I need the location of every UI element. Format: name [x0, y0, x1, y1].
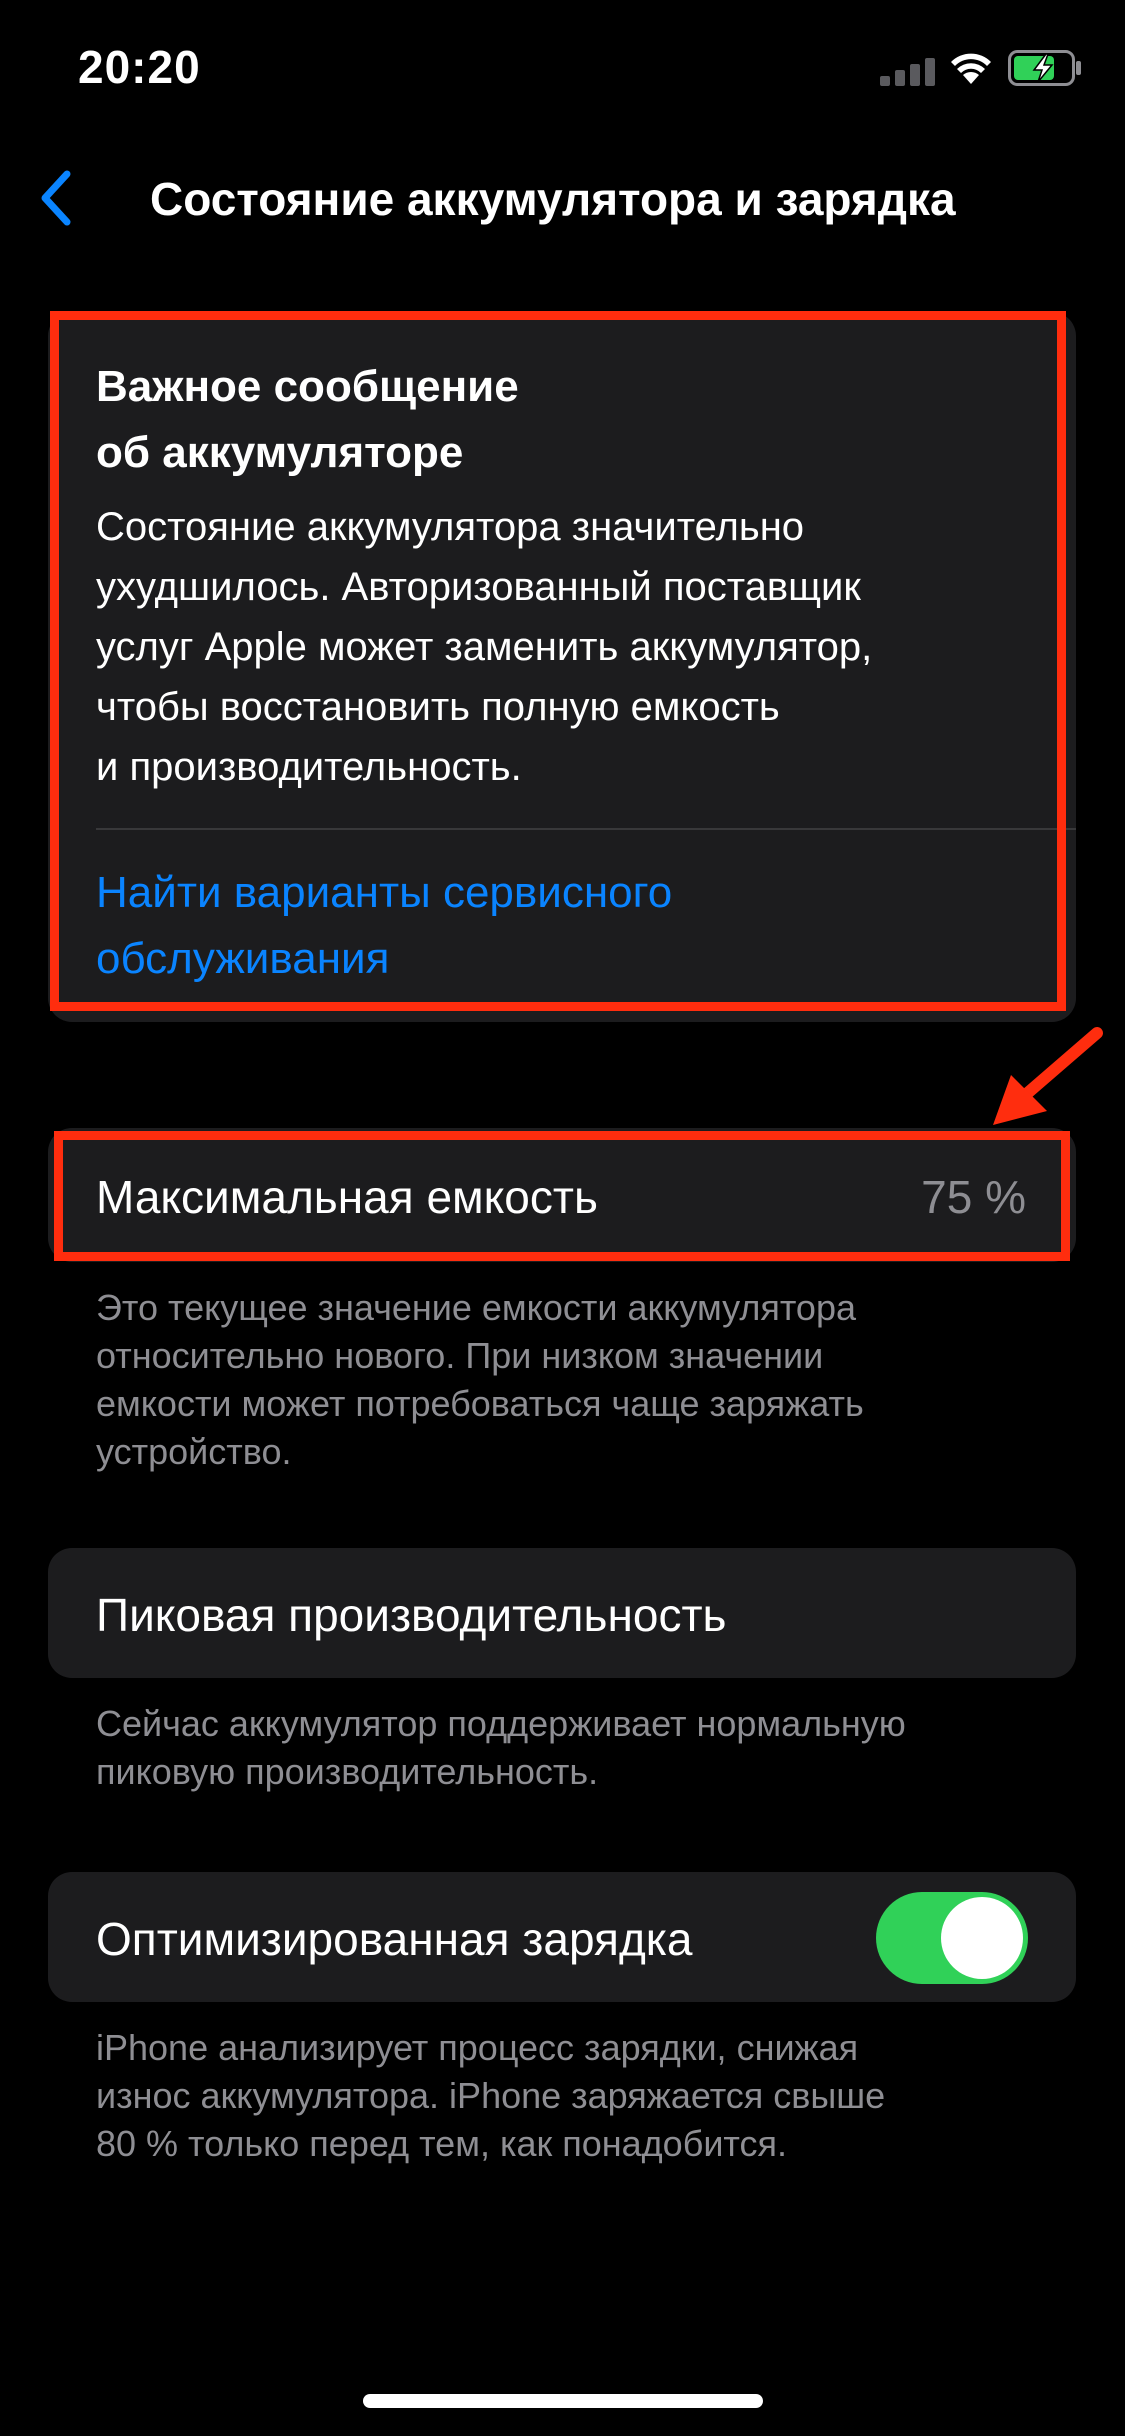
message-body-line: ухудшилось. Авторизованный поставщик	[96, 565, 861, 609]
footnote-line: Это текущее значение емкости аккумулятор…	[96, 1287, 856, 1328]
battery-charging-icon	[1008, 50, 1081, 86]
battery-message-card: Важное сообщение об аккумуляторе Состоян…	[48, 312, 1076, 1022]
peak-performance-label: Пиковая производительность	[96, 1589, 727, 1641]
optimized-charging-toggle[interactable]	[876, 1892, 1028, 1984]
divider	[96, 828, 1076, 830]
footnote-line: iPhone анализирует процесс зарядки, сниж…	[96, 2027, 859, 2068]
message-body: Состояние аккумулятора значительно ухудш…	[96, 497, 1056, 797]
service-link-line: Найти варианты сервисного	[96, 868, 673, 917]
status-time: 20:20	[78, 41, 201, 93]
footnote-line: износ аккумулятора. iPhone заряжается св…	[96, 2075, 886, 2116]
footnote-line: устройство.	[96, 1431, 292, 1472]
message-body-line: услуг Apple может заменить аккумулятор,	[96, 625, 873, 669]
message-title: Важное сообщение об аккумуляторе	[96, 354, 996, 486]
message-title-line: об аккумуляторе	[96, 428, 464, 477]
message-body-line: Состояние аккумулятора значительно	[96, 505, 805, 549]
charging-footnote: iPhone анализирует процесс зарядки, сниж…	[96, 2024, 1056, 2168]
footnote-line: емкости может потребоваться чаще заряжат…	[96, 1383, 864, 1424]
footnote-line: Сейчас аккумулятор поддерживает нормальн…	[96, 1703, 906, 1744]
page-title: Состояние аккумулятора и зарядка	[150, 173, 956, 225]
footnote-line: относительно нового. При низком значении	[96, 1335, 824, 1376]
service-link-line: обслуживания	[96, 934, 390, 983]
peak-performance-row: Пиковая производительность	[48, 1548, 1076, 1678]
find-service-options-link[interactable]: Найти варианты сервисного обслуживания	[96, 860, 1036, 992]
peak-footnote: Сейчас аккумулятор поддерживает нормальн…	[96, 1700, 1056, 1796]
message-title-line: Важное сообщение	[96, 362, 519, 411]
nav-bar: Состояние аккумулятора и зарядка	[0, 150, 1125, 250]
status-bar: 20:20	[0, 0, 1125, 140]
footnote-line: пиковую производительность.	[96, 1751, 599, 1792]
capacity-footnote: Это текущее значение емкости аккумулятор…	[96, 1284, 1056, 1476]
message-body-line: чтобы восстановить полную емкость	[96, 685, 780, 729]
wifi-icon	[951, 53, 991, 84]
maximum-capacity-label: Максимальная емкость	[96, 1171, 598, 1223]
message-body-line: и производительность.	[96, 745, 522, 789]
back-button[interactable]	[20, 158, 90, 238]
chevron-left-icon	[41, 170, 71, 226]
annotation-arrow-icon	[993, 1027, 1103, 1125]
toggle-knob	[941, 1897, 1023, 1979]
maximum-capacity-row: Максимальная емкость 75 %	[48, 1128, 1076, 1262]
optimized-charging-row: Оптимизированная зарядка	[48, 1872, 1076, 2002]
cellular-signal-icon	[880, 58, 935, 86]
home-indicator[interactable]	[363, 2394, 763, 2408]
footnote-line: 80 % только перед тем, как понадобится.	[96, 2123, 788, 2164]
maximum-capacity-value: 75 %	[921, 1171, 1026, 1223]
optimized-charging-label: Оптимизированная зарядка	[96, 1913, 693, 1965]
